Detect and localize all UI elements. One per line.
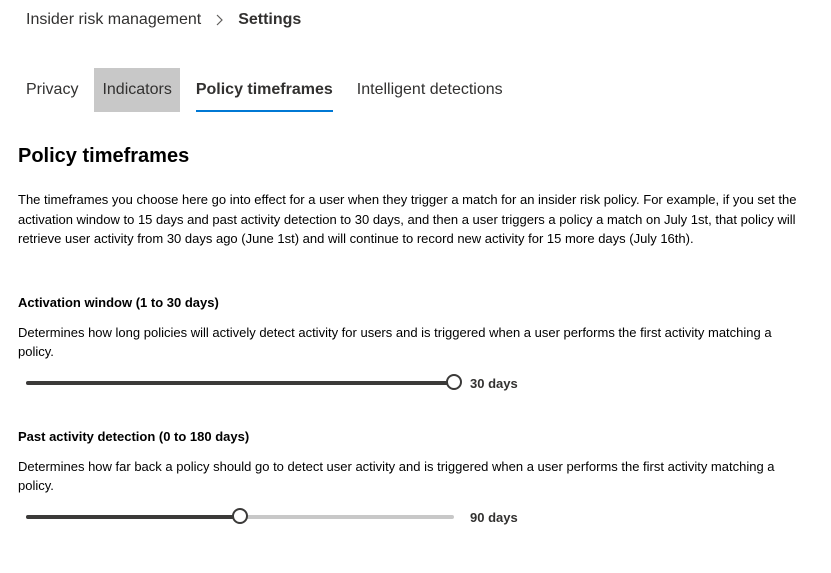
slider-fill [26, 514, 240, 519]
past-activity-value: 90 days [470, 510, 518, 525]
slider-thumb[interactable] [446, 374, 462, 390]
slider-fill [26, 380, 454, 385]
tab-policy-timeframes[interactable]: Policy timeframes [188, 68, 341, 112]
slider-thumb[interactable] [232, 508, 248, 524]
page-title: Policy timeframes [18, 145, 190, 167]
tab-intelligent-detections[interactable]: Intelligent detections [349, 68, 511, 112]
past-activity-label: Past activity detection (0 to 180 days) [18, 429, 250, 444]
activation-window-label: Activation window (1 to 30 days) [18, 295, 219, 310]
activation-window-description: Determines how long policies will active… [18, 325, 772, 359]
breadcrumb: Insider risk management Settings [26, 11, 301, 29]
past-activity-description: Determines how far back a policy should … [18, 459, 775, 493]
chevron-right-icon [211, 13, 229, 27]
section-description: The timeframes you choose here go into e… [18, 192, 797, 246]
breadcrumb-item-settings: Settings [238, 11, 302, 28]
past-activity-slider[interactable] [26, 506, 454, 526]
breadcrumb-item-insider-risk-management[interactable]: Insider risk management [26, 11, 201, 29]
settings-page: Insider risk management Settings Privacy… [0, 0, 831, 573]
activation-window-slider[interactable] [26, 372, 462, 392]
settings-tabs: Privacy Indicators Policy timeframes Int… [18, 68, 511, 112]
tab-indicators[interactable]: Indicators [94, 68, 180, 112]
tab-privacy[interactable]: Privacy [18, 68, 86, 112]
activation-window-value: 30 days [470, 376, 518, 391]
